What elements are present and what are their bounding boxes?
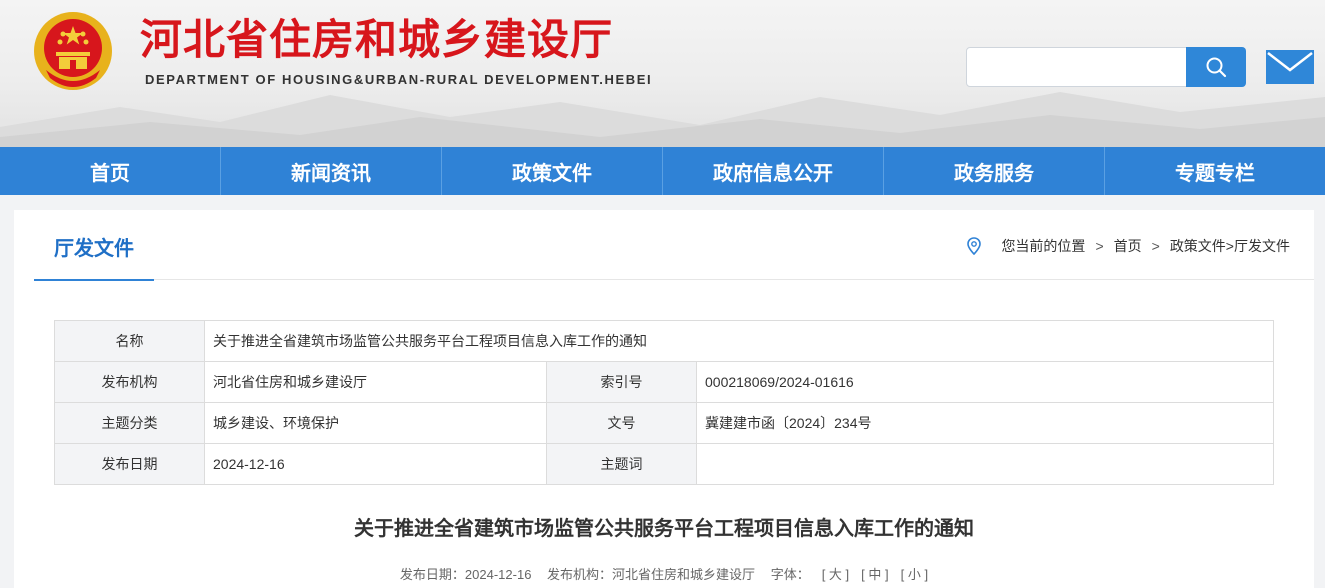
font-size-label: 字体：	[770, 567, 810, 582]
nav-item-home[interactable]: 首页	[0, 147, 221, 195]
breadcrumb-separator: >	[1095, 238, 1104, 254]
meta-label: 索引号	[546, 361, 697, 403]
nav-item-topics[interactable]: 专题专栏	[1105, 147, 1325, 195]
location-pin-icon	[967, 237, 982, 255]
breadcrumb-home-link[interactable]: 首页	[1114, 236, 1142, 256]
meta-value: 000218069/2024-01616	[696, 361, 1274, 403]
table-row: 主题分类 城乡建设、环境保护 文号 冀建建市函〔2024〕234号	[54, 402, 1274, 444]
nav-item-news[interactable]: 新闻资讯	[221, 147, 442, 195]
breadcrumb: 您当前的位置 > 首页 > 政策文件>厅发文件	[967, 236, 1290, 256]
section-title: 厅发文件	[54, 236, 134, 260]
meta-label: 主题词	[546, 443, 697, 485]
meta-value: 冀建建市函〔2024〕234号	[696, 402, 1274, 444]
meta-value: 关于推进全省建筑市场监管公共服务平台工程项目信息入库工作的通知	[204, 320, 1274, 362]
breadcrumb-separator: >	[1151, 238, 1160, 254]
national-emblem-icon	[34, 12, 112, 90]
document-meta-table: 名称 关于推进全省建筑市场监管公共服务平台工程项目信息入库工作的通知 发布机构 …	[54, 320, 1274, 485]
table-row: 发布日期 2024-12-16 主题词	[54, 443, 1274, 485]
meta-value	[696, 443, 1274, 485]
meta-label: 名称	[54, 320, 205, 362]
site-subtitle: DEPARTMENT OF HOUSING&URBAN-RURAL DEVELO…	[145, 72, 653, 87]
table-row: 名称 关于推进全省建筑市场监管公共服务平台工程项目信息入库工作的通知	[54, 320, 1274, 362]
site-title: 河北省住房和城乡建设厅	[140, 15, 614, 64]
section-underline	[34, 279, 154, 281]
meta-value: 城乡建设、环境保护	[204, 402, 547, 444]
font-size-large-button[interactable]: [ 大 ]	[822, 567, 849, 582]
meta-value: 2024-12-16	[204, 443, 547, 485]
nav-item-services[interactable]: 政务服务	[884, 147, 1105, 195]
article-org: 发布机构：河北省住房和城乡建设厅	[547, 567, 756, 582]
header: 河北省住房和城乡建设厅 DEPARTMENT OF HOUSING&URBAN-…	[0, 0, 1325, 147]
font-size-medium-button[interactable]: [ 中 ]	[861, 567, 888, 582]
breadcrumb-path-link[interactable]: 政策文件>厅发文件	[1170, 236, 1290, 256]
search-icon	[1206, 57, 1227, 78]
search-input[interactable]	[966, 47, 1187, 87]
nav-item-policy[interactable]: 政策文件	[442, 147, 663, 195]
meta-value: 河北省住房和城乡建设厅	[204, 361, 547, 403]
article-title: 关于推进全省建筑市场监管公共服务平台工程项目信息入库工作的通知	[354, 516, 974, 540]
breadcrumb-prefix: 您当前的位置	[1001, 238, 1086, 254]
meta-label: 发布机构	[54, 361, 205, 403]
meta-label: 主题分类	[54, 402, 205, 444]
mail-icon[interactable]	[1266, 50, 1314, 84]
content-panel: 厅发文件 您当前的位置 > 首页 > 政策文件>厅发文件 名称 关于推进全省建筑…	[14, 210, 1314, 588]
nav-item-gov-info[interactable]: 政府信息公开	[663, 147, 884, 195]
search-button[interactable]	[1186, 47, 1246, 87]
font-size-small-button[interactable]: [ 小 ]	[901, 567, 928, 582]
article-meta: 发布日期：2024-12-16 发布机构：河北省住房和城乡建设厅 字体： [ 大 …	[14, 564, 1314, 583]
main-nav: 首页 新闻资讯 政策文件 政府信息公开 政务服务 专题专栏	[0, 147, 1325, 195]
meta-label: 发布日期	[54, 443, 205, 485]
meta-label: 文号	[546, 402, 697, 444]
table-row: 发布机构 河北省住房和城乡建设厅 索引号 000218069/2024-0161…	[54, 361, 1274, 403]
article-date: 发布日期：2024-12-16	[399, 567, 532, 582]
divider	[154, 279, 1314, 280]
